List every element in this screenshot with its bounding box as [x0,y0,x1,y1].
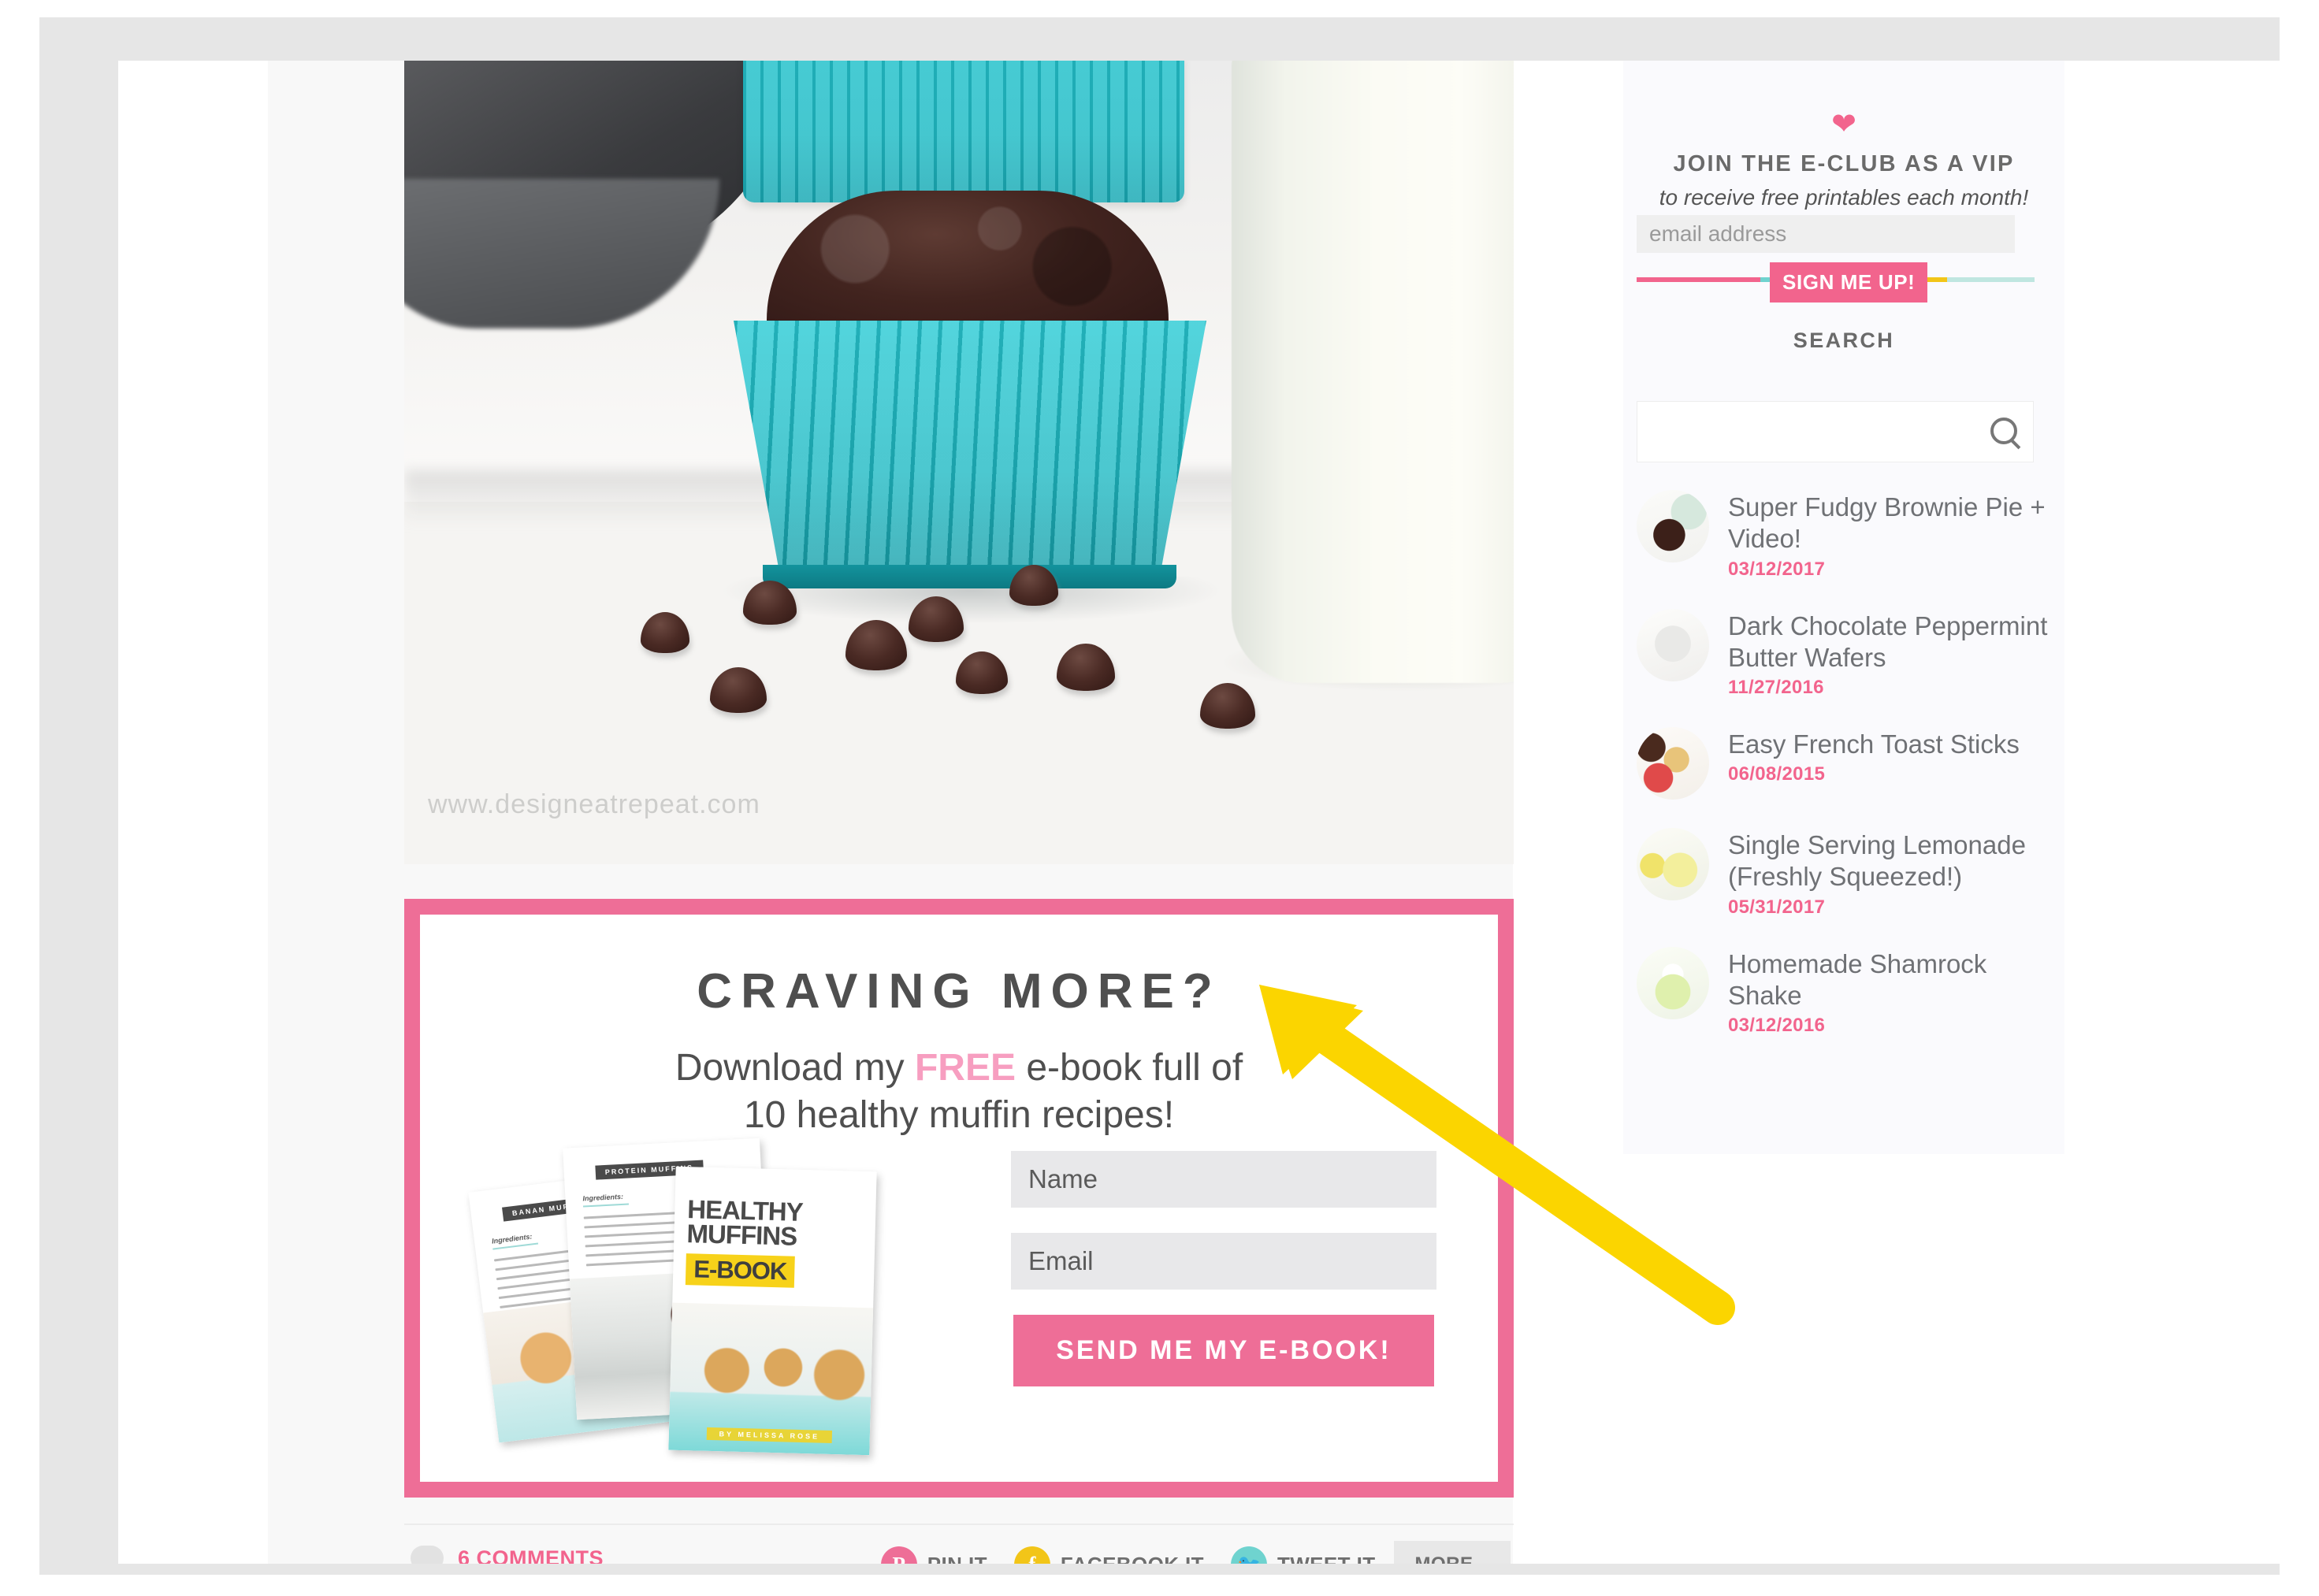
recipe-date: 03/12/2017 [1728,558,1826,580]
photo-watermark: www.designeatrepeat.com [428,789,760,819]
eclub-email-input[interactable] [1637,215,2015,253]
recipe-title: Super Fudgy Brownie Pie + Video! [1728,492,2046,554]
photo-cupcake-liner-main [734,321,1206,581]
recipe-date: 03/12/2016 [1728,1015,1826,1036]
search-heading: SEARCH [1793,328,1895,352]
craving-sub-part1: Download my [675,1047,915,1089]
list-item[interactable]: Homemade Shamrock Shake 03/12/2016 [1637,946,2050,1037]
browser-frame: www.designeatrepeat.com CRAVING MORE? Do… [39,17,2280,1575]
share-actions: P PIN IT f FACEBOOK IT 🐦 TWEET IT MORE..… [873,1541,1511,1564]
speech-bubble-icon [411,1546,444,1564]
send-me-my-ebook-button[interactable]: SEND ME MY E-BOOK! [1013,1315,1434,1386]
recipe-text: Single Serving Lemonade (Freshly Squeeze… [1728,828,2050,919]
ebook-signup-form: SEND ME MY E-BOOK! [1011,1151,1436,1386]
list-item[interactable]: Easy French Toast Sticks 06/08/2015 [1637,727,2050,800]
pin-it-label: PIN IT [927,1553,987,1564]
recipe-date: 11/27/2016 [1728,677,1824,698]
recipe-title: Homemade Shamrock Shake [1728,948,1987,1010]
sign-me-up-button[interactable]: SIGN ME UP! [1770,262,1928,302]
recipe-text: Homemade Shamrock Shake 03/12/2016 [1728,947,2050,1037]
craving-sub-part2: e-book full of [1015,1047,1243,1089]
ebook-cover: HEALTHY MUFFINS E-BOOK BY MELISSA ROSE [668,1166,877,1456]
recipe-title: Easy French Toast Sticks [1728,729,2020,759]
ebook-sheet-protein-ingredients-label: Ingredients: [582,1192,624,1203]
search-box [1637,401,2034,462]
facebook-icon: f [1013,1546,1050,1564]
tweet-it-label: TWEET IT [1277,1553,1376,1564]
recipe-thumbnail [1637,828,1709,900]
craving-more-title: CRAVING MORE? [697,964,1221,1019]
eclub-title: JOIN THE E-CLUB AS A VIP [1673,151,2015,176]
recipe-thumbnail [1637,490,1709,562]
photo-cupcake-liner-base [763,565,1176,588]
recipe-title: Single Serving Lemonade (Freshly Squeeze… [1728,830,2026,892]
rainbow-seg-pink [1637,277,1760,282]
craving-more-optin-box: CRAVING MORE? Download my FREE e-book fu… [404,899,1514,1498]
recipe-thumbnail [1637,946,1709,1019]
recipe-date: 06/08/2015 [1728,763,1826,785]
eclub-panel: ❤ JOIN THE E-CLUB AS A VIP to receive fr… [1623,61,2064,1154]
ebook-sheet-banana-ingredients-label: Ingredients: [491,1232,533,1245]
page-canvas: www.designeatrepeat.com CRAVING MORE? Do… [118,61,2280,1564]
rainbow-seg-mint [1946,277,2035,282]
ebook-cover-badge: E-BOOK [685,1253,795,1288]
recipe-date: 05/31/2017 [1728,896,1826,918]
pinterest-icon: P [880,1546,917,1564]
recipe-text: Dark Chocolate Peppermint Butter Wafers … [1728,609,2050,700]
photo-milk-bottle [1232,61,1514,683]
post-share-bar: 6 COMMENTS P PIN IT f FACEBOOK IT 🐦 TWEE… [404,1524,1514,1564]
recipe-thumbnail [1637,608,1709,681]
recipe-thumbnail [1637,727,1709,800]
post-hero-photo: www.designeatrepeat.com [404,61,1514,864]
ebook-cover-title-line2: MUFFINS [686,1219,797,1252]
recent-recipes-list: Super Fudgy Brownie Pie + Video! 03/12/2… [1637,490,2050,1065]
facebook-it-label: FACEBOOK IT [1061,1553,1204,1564]
facebook-it-button[interactable]: f FACEBOOK IT [1006,1546,1212,1564]
list-item[interactable]: Single Serving Lemonade (Freshly Squeeze… [1637,828,2050,919]
list-item[interactable]: Dark Chocolate Peppermint Butter Wafers … [1637,608,2050,700]
ebook-name-input[interactable] [1011,1151,1436,1208]
comments-link[interactable]: 6 COMMENTS [411,1546,604,1564]
twitter-icon: 🐦 [1230,1546,1267,1564]
more-share-button[interactable]: MORE... [1394,1541,1511,1564]
post-column: www.designeatrepeat.com CRAVING MORE? Do… [268,61,1514,1564]
photo-chocolate-muffin-top [767,191,1169,336]
ebook-cover-title: HEALTHY MUFFINS [686,1194,864,1252]
ebook-mockup: BANAN MUFFINS Ingredients: PROTEIN MUFFI… [468,1123,916,1462]
list-item[interactable]: Super Fudgy Brownie Pie + Video! 03/12/2… [1637,490,2050,581]
ebook-sheet-divider [582,1203,630,1208]
comments-count-label: 6 COMMENTS [458,1546,604,1564]
tweet-it-button[interactable]: 🐦 TWEET IT [1223,1546,1384,1564]
recipe-text: Super Fudgy Brownie Pie + Video! 03/12/2… [1728,490,2050,581]
recipe-text: Easy French Toast Sticks 06/08/2015 [1728,727,2020,785]
ebook-email-input[interactable] [1011,1233,1436,1290]
craving-free-word: FREE [914,1047,1016,1089]
heart-icon: ❤ [1831,108,1856,141]
search-input[interactable] [1637,402,2033,462]
eclub-subtitle: to receive free printables each month! [1659,185,2029,210]
pin-it-button[interactable]: P PIN IT [873,1546,995,1564]
recipe-title: Dark Chocolate Peppermint Butter Wafers [1728,611,2048,672]
search-icon[interactable] [1990,418,2017,444]
photo-cupcake-liner-top [743,61,1184,202]
